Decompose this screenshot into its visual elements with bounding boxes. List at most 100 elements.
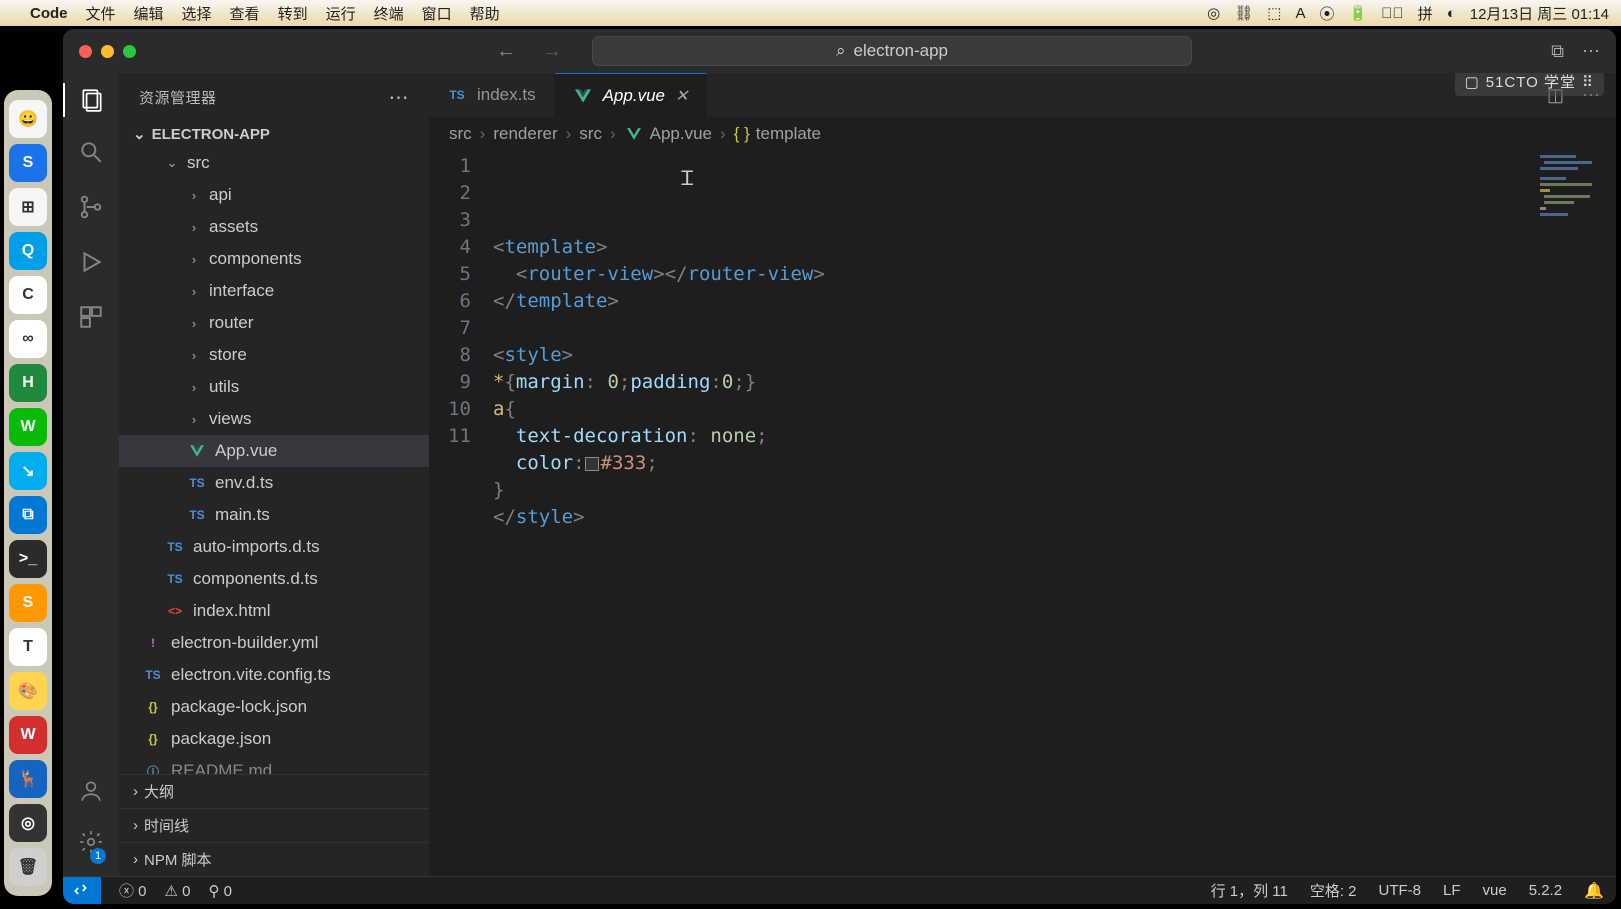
dock-app-icon[interactable]: >_: [9, 540, 47, 578]
dock-app-icon[interactable]: T: [9, 628, 47, 666]
status-language[interactable]: vue: [1483, 882, 1507, 899]
menu-run[interactable]: 运行: [326, 3, 356, 24]
code-editor[interactable]: 1234567891011 Ꮖ <template> <router-view>…: [429, 151, 1616, 876]
tree-file[interactable]: TSenv.d.ts: [119, 467, 429, 499]
dock-app-icon[interactable]: 🗑: [9, 848, 47, 886]
status-icon[interactable]: ⛓: [1234, 4, 1253, 22]
switch-icon[interactable]: �⃝: [1381, 5, 1404, 22]
explorer-more-icon[interactable]: ⋯: [389, 85, 410, 110]
tab-index-ts[interactable]: TS index.ts: [429, 73, 555, 117]
nav-forward-icon[interactable]: →: [542, 40, 562, 63]
close-window-icon[interactable]: [79, 45, 92, 58]
dock-app-icon[interactable]: Q: [9, 232, 47, 270]
command-center[interactable]: ⌕ electron-app: [592, 36, 1192, 66]
menubar-datetime[interactable]: 12月13日 周三 01:14: [1470, 3, 1609, 24]
tree-folder[interactable]: ›components: [119, 243, 429, 275]
wifi-icon[interactable]: ⦿: [1319, 3, 1334, 24]
layout-panel-icon[interactable]: ⧉: [1551, 41, 1564, 62]
tree-file[interactable]: TScomponents.d.ts: [119, 563, 429, 595]
activity-explorer-icon[interactable]: [63, 83, 119, 117]
timeline-section[interactable]: ›时间线: [119, 808, 429, 842]
menu-select[interactable]: 选择: [182, 3, 212, 24]
status-icon[interactable]: ◎: [1207, 4, 1220, 22]
breadcrumb[interactable]: src› renderer› src› App.vue› { }template: [429, 117, 1616, 151]
status-ln-col[interactable]: 行 1，列 11: [1211, 880, 1288, 901]
line-gutter: 1234567891011: [429, 151, 493, 876]
menu-help[interactable]: 帮助: [470, 3, 500, 24]
layout-toggle-icon[interactable]: ⋯: [1582, 41, 1600, 62]
activity-account-icon[interactable]: [78, 778, 104, 811]
tree-folder[interactable]: ›assets: [119, 211, 429, 243]
tree-folder[interactable]: ›views: [119, 403, 429, 435]
minimap[interactable]: [1540, 155, 1610, 235]
tree-file[interactable]: {}package.json: [119, 723, 429, 755]
project-root[interactable]: ⌄ELECTRON-APP: [119, 121, 429, 147]
tree-file[interactable]: TSauto-imports.d.ts: [119, 531, 429, 563]
maximize-window-icon[interactable]: [123, 45, 136, 58]
macos-dock: 😀S⊞QC∞HW↘⧉>_ST🎨W🦌◎🗑: [4, 90, 52, 896]
activity-extensions-icon[interactable]: [78, 304, 104, 337]
tree-file[interactable]: ⓘREADME.md: [119, 755, 429, 774]
dock-app-icon[interactable]: W: [9, 408, 47, 446]
minimize-window-icon[interactable]: [101, 45, 114, 58]
tree-folder[interactable]: ›api: [119, 179, 429, 211]
window-controls[interactable]: [79, 45, 136, 58]
remote-indicator[interactable]: [63, 877, 101, 905]
menubar-app-name[interactable]: Code: [30, 5, 68, 22]
tree-folder[interactable]: ›utils: [119, 371, 429, 403]
status-encoding[interactable]: UTF-8: [1379, 882, 1422, 899]
status-warnings[interactable]: ⚠ 0: [165, 882, 191, 900]
siri-icon[interactable]: ◐: [1447, 5, 1456, 22]
dock-app-icon[interactable]: H: [9, 364, 47, 402]
dock-app-icon[interactable]: 😀: [9, 100, 47, 138]
dock-app-icon[interactable]: ⊞: [9, 188, 47, 226]
tree-file[interactable]: <>index.html: [119, 595, 429, 627]
dock-app-icon[interactable]: W: [9, 716, 47, 754]
menu-window[interactable]: 窗口: [422, 3, 452, 24]
npm-scripts-section[interactable]: ›NPM 脚本: [119, 842, 429, 876]
menu-file[interactable]: 文件: [86, 3, 116, 24]
menu-view[interactable]: 查看: [230, 3, 260, 24]
battery-icon[interactable]: 🔋: [1348, 4, 1367, 22]
menu-edit[interactable]: 编辑: [134, 3, 164, 24]
tree-file[interactable]: App.vue: [119, 435, 429, 467]
tree-folder[interactable]: ›store: [119, 339, 429, 371]
dock-app-icon[interactable]: ∞: [9, 320, 47, 358]
close-tab-icon[interactable]: ✕: [675, 86, 688, 106]
code-content[interactable]: Ꮖ <template> <router-view></router-view>…: [493, 151, 1616, 876]
nav-back-icon[interactable]: ←: [496, 40, 516, 63]
activity-search-icon[interactable]: [78, 139, 104, 172]
input-icon[interactable]: 拼: [1418, 3, 1433, 24]
activity-source-control-icon[interactable]: [78, 194, 104, 227]
status-eol[interactable]: LF: [1443, 882, 1461, 899]
status-version[interactable]: 5.2.2: [1529, 882, 1562, 899]
tree-file[interactable]: {}package-lock.json: [119, 691, 429, 723]
dock-app-icon[interactable]: ◎: [9, 804, 47, 842]
tree-file[interactable]: TSmain.ts: [119, 499, 429, 531]
menu-terminal[interactable]: 终端: [374, 3, 404, 24]
explorer-title: 资源管理器: [139, 87, 217, 108]
menu-go[interactable]: 转到: [278, 3, 308, 24]
status-radio[interactable]: ⚲ 0: [208, 882, 232, 900]
dock-app-icon[interactable]: 🦌: [9, 760, 47, 798]
tree-folder[interactable]: ›router: [119, 307, 429, 339]
outline-section[interactable]: ›大纲: [119, 774, 429, 808]
tree-folder[interactable]: ›interface: [119, 275, 429, 307]
activity-settings-icon[interactable]: 1: [78, 829, 104, 862]
notifications-icon[interactable]: 🔔: [1584, 881, 1604, 901]
dock-app-icon[interactable]: S: [9, 144, 47, 182]
tree-file[interactable]: !electron-builder.yml: [119, 627, 429, 659]
dock-app-icon[interactable]: C: [9, 276, 47, 314]
tree-folder[interactable]: ⌄src: [119, 147, 429, 179]
dock-app-icon[interactable]: ↘: [9, 452, 47, 490]
status-icon[interactable]: ⬚: [1267, 4, 1281, 22]
tree-file[interactable]: TSelectron.vite.config.ts: [119, 659, 429, 691]
tab-app-vue[interactable]: App.vue ✕: [555, 73, 708, 117]
activity-run-debug-icon[interactable]: [78, 249, 104, 282]
status-spaces[interactable]: 空格: 2: [1310, 880, 1357, 901]
dock-app-icon[interactable]: 🎨: [9, 672, 47, 710]
status-errors[interactable]: ⓧ 0: [119, 880, 147, 901]
dock-app-icon[interactable]: S: [9, 584, 47, 622]
status-icon[interactable]: A: [1295, 5, 1305, 22]
dock-app-icon[interactable]: ⧉: [9, 496, 47, 534]
